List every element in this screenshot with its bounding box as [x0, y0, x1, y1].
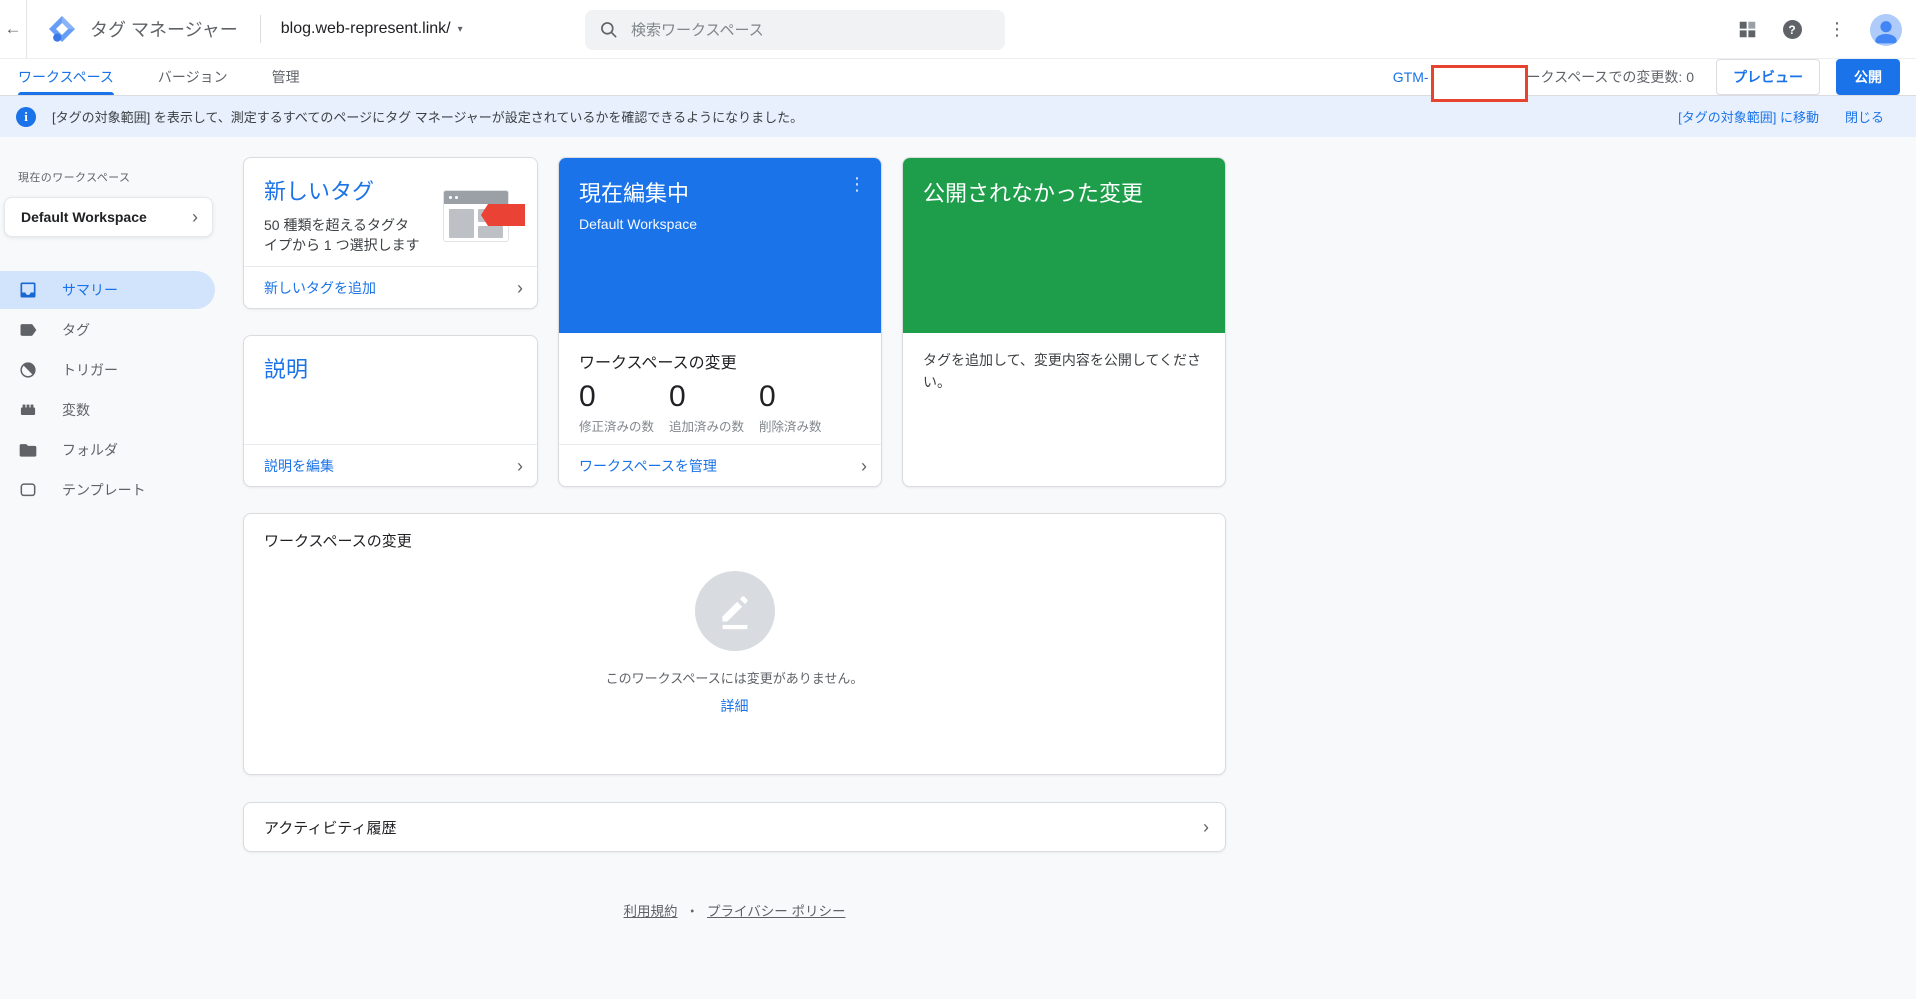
workspace-changes-count: ワークスペースでの変更数: 0 [1512, 69, 1694, 85]
folder-icon [18, 440, 38, 460]
edit-pencil-icon [694, 571, 775, 651]
container-domain: blog.web-represent.link/ [280, 20, 451, 37]
top-right-icons: ? ⋮ [1735, 0, 1902, 59]
add-new-tag-row[interactable]: 新しいタグを追加 › [244, 266, 537, 308]
description-card: 説明 説明を編集 › [243, 335, 538, 487]
chevron-right-icon: › [192, 207, 198, 227]
more-menu-icon[interactable]: ⋮ [1825, 18, 1849, 42]
banner-links: [タグの対象範囲] に移動 閉じる [1678, 107, 1884, 126]
divider [259, 15, 261, 43]
details-link[interactable]: 詳細 [244, 696, 1225, 716]
back-button[interactable]: ← [0, 0, 27, 58]
preview-button[interactable]: プレビュー [1716, 59, 1820, 95]
chevron-right-icon: › [1203, 817, 1209, 837]
banner-message: [タグの対象範囲] を表示して、測定するすべてのページにタグ マネージャーが設定… [52, 110, 804, 125]
avatar[interactable] [1870, 13, 1902, 46]
now-editing-card: 現在編集中 Default Workspace ⋮ ワークスペースの変更 0 修… [558, 157, 882, 487]
manage-workspace-link: ワークスペースを管理 [579, 457, 717, 474]
sidebar-item-triggers[interactable]: トリガー [0, 351, 215, 389]
sidebar-item-folders[interactable]: フォルダ [0, 431, 215, 469]
current-workspace-label: 現在のワークスペース [18, 172, 131, 184]
sidebar-menu: サマリー タグ トリガー 変数 フォルダ テンプレート [0, 271, 215, 509]
workspace-changes-card: ワークスペースの変更 このワークスペースには変更がありません。 詳細 [243, 513, 1226, 775]
banner-close-link[interactable]: 閉じる [1845, 107, 1884, 126]
tag-icon [18, 320, 38, 340]
stat-modified: 0 修正済みの数 [579, 380, 655, 434]
tabbar-right: GTM- ワークスペースでの変更数: 0 プレビュー 公開 [1393, 52, 1916, 102]
banner-left: i [タグの対象範囲] を表示して、測定するすべてのページにタグ マネージャーが… [16, 106, 804, 127]
add-new-tag-link: 新しいタグを追加 [264, 279, 376, 296]
top-bar: ← タグ マネージャー blog.web-represent.link/ ▾ 検… [0, 0, 1916, 59]
red-tag-icon [481, 204, 525, 226]
tab-versions[interactable]: バージョン [158, 59, 228, 95]
stat-added: 0 追加済みの数 [669, 380, 745, 434]
manage-workspace-row[interactable]: ワークスペースを管理 › [559, 444, 881, 486]
edit-description-row[interactable]: 説明を編集 › [244, 444, 537, 486]
template-icon [18, 480, 38, 500]
stat-deleted: 0 削除済み数 [759, 380, 822, 434]
no-changes-message: このワークスペースには変更がありません。 [605, 671, 864, 686]
sidebar-item-tags[interactable]: タグ [0, 311, 215, 349]
footer-separator: ・ [685, 904, 700, 919]
app-title: タグ マネージャー [90, 20, 238, 40]
workspace-change-stats: 0 修正済みの数 0 追加済みの数 0 削除済み数 [559, 373, 881, 435]
apps-grid-icon[interactable] [1735, 18, 1759, 42]
workspace-changes-title: ワークスペースの変更 [264, 533, 412, 550]
help-icon[interactable]: ? [1780, 18, 1804, 42]
tabs: ワークスペース バージョン 管理 [0, 59, 300, 95]
workspace-name: Default Workspace [21, 209, 147, 225]
activity-history-card[interactable]: アクティビティ履歴 › [243, 802, 1226, 852]
now-editing-workspace: Default Workspace [579, 216, 698, 232]
new-tag-illustration [443, 190, 525, 246]
search-box[interactable] [585, 10, 1005, 50]
unpublished-changes-card: 公開されなかった変更 タグを追加して、変更内容を公開してください。 [902, 157, 1226, 487]
publish-button[interactable]: 公開 [1836, 59, 1900, 95]
workspace-selector[interactable]: Default Workspace › [4, 197, 213, 237]
search-icon [601, 22, 617, 38]
tag-coverage-link[interactable]: [タグの対象範囲] に移動 [1678, 107, 1819, 126]
activity-history-title: アクティビティ履歴 [264, 819, 397, 837]
main-panel: 新しいタグ 50 種類を超えるタグタイプから 1 つ選択します 新しいタグを追加… [243, 137, 1226, 920]
gtm-app: ← タグ マネージャー blog.web-represent.link/ ▾ 検… [0, 0, 1916, 999]
new-tag-card: 新しいタグ 50 種類を超えるタグタイプから 1 つ選択します 新しいタグを追加… [243, 157, 538, 309]
now-editing-title: 現在編集中 [579, 181, 690, 206]
gtm-logo-icon[interactable] [48, 15, 76, 43]
new-tag-description: 50 種類を超えるタグタイプから 1 つ選択します [264, 217, 420, 253]
sidebar-item-summary[interactable]: サマリー [0, 271, 215, 309]
chevron-right-icon: › [517, 277, 523, 298]
unpublished-description: タグを追加して、変更内容を公開してください。 [923, 352, 1202, 390]
tab-admin[interactable]: 管理 [272, 59, 300, 95]
unpublished-header: 公開されなかった変更 [903, 158, 1225, 333]
dropdown-caret-icon: ▾ [457, 23, 463, 35]
info-banner: i [タグの対象範囲] を表示して、測定するすべてのページにタグ マネージャーが… [0, 96, 1916, 137]
back-arrow-icon: ← [4, 19, 22, 38]
edit-description-link: 説明を編集 [264, 457, 334, 474]
search-input[interactable] [631, 21, 991, 39]
summary-icon [18, 280, 38, 300]
workspace-change-section-title: ワークスペースの変更 [579, 355, 737, 372]
description-title: 説明 [264, 357, 309, 382]
tab-workspace[interactable]: ワークスペース [18, 59, 114, 95]
chevron-right-icon: › [861, 455, 867, 476]
now-editing-header: 現在編集中 Default Workspace ⋮ [559, 158, 881, 333]
chevron-right-icon: › [517, 455, 523, 476]
privacy-link[interactable]: プライバシー ポリシー [707, 904, 845, 919]
container-id-link[interactable]: GTM- [1393, 69, 1429, 85]
sidebar-item-variables[interactable]: 変数 [0, 391, 215, 429]
redaction-box [1430, 65, 1528, 102]
container-selector[interactable]: blog.web-represent.link/ ▾ [281, 20, 463, 38]
unpublished-title: 公開されなかった変更 [923, 181, 1144, 206]
sidebar: 現在のワークスペース Default Workspace › サマリー タグ ト… [0, 137, 215, 511]
tab-bar: ワークスペース バージョン 管理 GTM- ワークスペースでの変更数: 0 プレ… [0, 59, 1916, 102]
sidebar-item-templates[interactable]: テンプレート [0, 471, 215, 509]
variables-icon [18, 400, 38, 420]
summary-cards: 新しいタグ 50 種類を超えるタグタイプから 1 つ選択します 新しいタグを追加… [243, 157, 1226, 487]
terms-link[interactable]: 利用規約 [624, 904, 678, 919]
page-footer: 利用規約・プライバシー ポリシー [243, 900, 1226, 920]
card-menu-icon[interactable]: ⋮ [845, 174, 869, 195]
trigger-icon [18, 360, 38, 380]
content: 現在のワークスペース Default Workspace › サマリー タグ ト… [0, 137, 1916, 920]
info-icon: i [16, 106, 36, 127]
